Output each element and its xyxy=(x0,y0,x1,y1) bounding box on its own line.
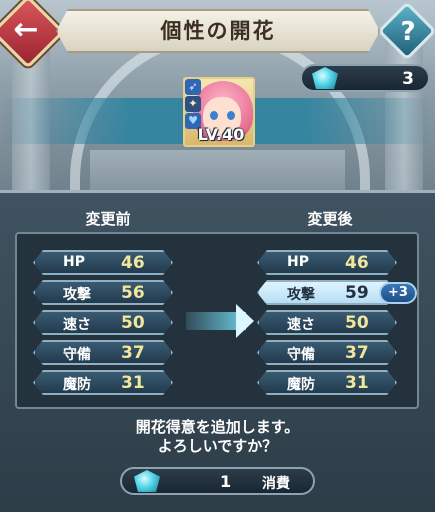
weapon-icon: ➶ xyxy=(185,79,201,95)
back-arrow-icon[interactable]: ← xyxy=(4,15,48,45)
cost-label: 消費 xyxy=(262,476,290,492)
cost-confirm-button[interactable]: 1 消費 xyxy=(120,467,315,495)
stat-value: 37 xyxy=(121,343,145,363)
crystal-icon xyxy=(312,67,338,89)
stat-label: HP xyxy=(63,254,85,270)
hero-eye xyxy=(210,111,218,120)
confirm-message: 開花得意を追加します。 よろしいですか？ xyxy=(100,418,335,456)
hero-icon-stack: ➶ ✦ ♥ xyxy=(185,79,203,130)
confirm-line-2: よろしいですか？ xyxy=(157,437,278,455)
stat-label: 速さ xyxy=(287,317,315,333)
crystal-icon xyxy=(134,470,160,492)
stat-after-hp: HP 46 xyxy=(257,250,397,275)
stat-value: 31 xyxy=(345,373,369,393)
column-before-title: 変更前 xyxy=(85,210,131,228)
stat-before-spd: 速さ 50 xyxy=(33,310,173,335)
stat-before-res: 魔防 31 xyxy=(33,370,173,395)
stat-before-def: 守備 37 xyxy=(33,340,173,365)
background-floor xyxy=(90,150,345,195)
stat-value: 56 xyxy=(121,283,145,303)
stat-label: 速さ xyxy=(63,317,91,333)
cost-amount: 1 xyxy=(220,472,232,491)
stat-label: 守備 xyxy=(287,347,315,363)
stat-value: 59 xyxy=(345,283,369,303)
stat-label: 守備 xyxy=(63,347,91,363)
stat-label: 攻撃 xyxy=(63,287,91,303)
page-title: 個性の開花 xyxy=(160,19,276,43)
currency-amount: 3 xyxy=(402,69,414,89)
stat-value: 37 xyxy=(345,343,369,363)
stat-bonus-badge: +3 xyxy=(379,282,417,304)
currency-counter: 3 xyxy=(300,64,430,92)
stat-label: 魔防 xyxy=(63,377,91,393)
stat-after-spd: 速さ 50 xyxy=(257,310,397,335)
stat-after-def: 守備 37 xyxy=(257,340,397,365)
stat-after-res: 魔防 31 xyxy=(257,370,397,395)
stat-before-hp: HP 46 xyxy=(33,250,173,275)
move-icon: ✦ xyxy=(185,96,201,112)
column-after-title: 変更後 xyxy=(307,210,353,228)
stat-label: 攻撃 xyxy=(287,287,315,303)
stat-value: 46 xyxy=(121,253,145,273)
stat-before-atk: 攻撃 56 xyxy=(33,280,173,305)
stat-after-atk: 攻撃 59 xyxy=(257,280,397,305)
stat-value: 31 xyxy=(121,373,145,393)
stat-value: 46 xyxy=(345,253,369,273)
hero-eye xyxy=(227,111,235,120)
right-arrow-icon xyxy=(236,304,254,338)
stat-label: 魔防 xyxy=(287,377,315,393)
stat-label: HP xyxy=(287,254,309,270)
question-icon[interactable]: ? xyxy=(385,12,431,52)
stat-value: 50 xyxy=(121,313,145,333)
hero-level: LV.40 xyxy=(197,125,245,144)
confirm-line-1: 開花得意を追加します。 xyxy=(135,418,300,436)
stat-value: 50 xyxy=(345,313,369,333)
